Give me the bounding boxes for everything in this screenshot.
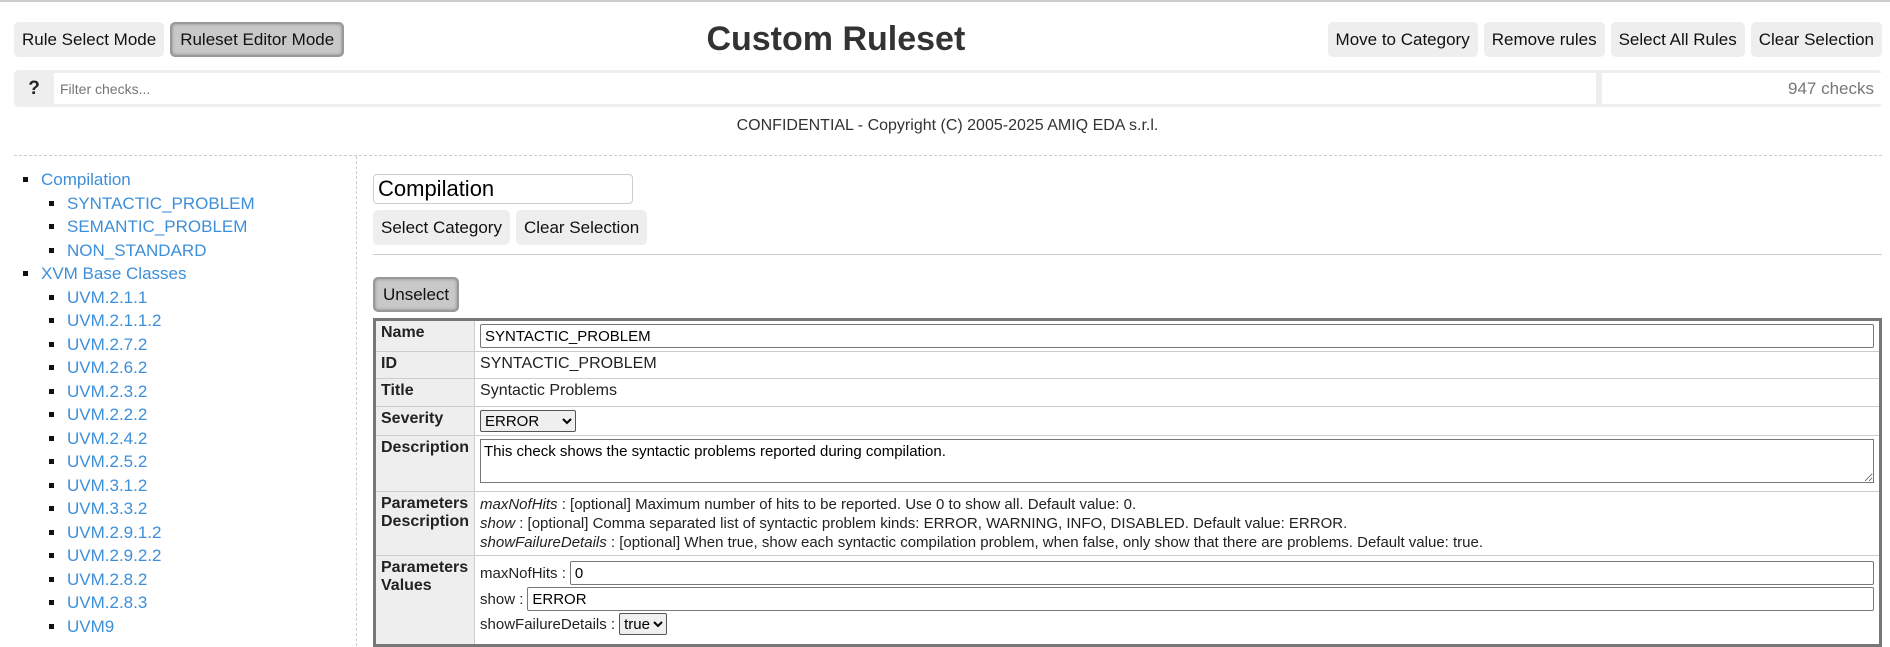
rule-name-input[interactable] — [480, 324, 1874, 348]
rule-item: UVM.2.8.3 — [66, 591, 356, 615]
rule-link[interactable]: UVM9 — [67, 617, 114, 636]
rule-item: NON_STANDARD — [66, 239, 356, 263]
rule-tree: Compilation SYNTACTIC_PROBLEM SEMANTIC_PRO… — [14, 156, 357, 646]
rule-item: UVM.2.6.2 — [66, 356, 356, 380]
rule-link[interactable]: UVM.3.1.2 — [67, 476, 147, 495]
filter-bar: ? 947 checks — [14, 70, 1882, 107]
params-description-label: Parameters Description — [373, 491, 476, 556]
filter-input[interactable] — [54, 73, 1596, 104]
ruleset-editor-mode-button[interactable]: Ruleset Editor Mode — [170, 22, 345, 57]
rule-link[interactable]: UVM.3.3.2 — [67, 499, 147, 518]
title-label: Title — [373, 378, 476, 407]
rule-item: UVM.2.1.1.2 — [66, 309, 356, 333]
max-nof-hits-label: maxNofHits : — [480, 564, 566, 582]
param-description: showFailureDetails : [optional] When tru… — [480, 533, 1874, 552]
help-icon[interactable]: ? — [14, 73, 54, 104]
max-nof-hits-input[interactable] — [569, 561, 1874, 585]
page-title: Custom Ruleset — [706, 20, 966, 58]
params-values-label: Parameters Values — [373, 555, 476, 646]
unselect-button[interactable]: Unselect — [373, 277, 460, 312]
rule-item: SEMANTIC_PROBLEM — [66, 215, 356, 239]
category-item: Compilation SYNTACTIC_PROBLEM SEMANTIC_PRO… — [40, 168, 356, 262]
param-text: : [optional] When true, show each syntac… — [606, 534, 1484, 551]
rule-item: UVM.3.1.2 — [66, 474, 356, 498]
show-label: show : — [480, 590, 524, 608]
rule-link[interactable]: UVM.2.8.3 — [67, 593, 147, 612]
rule-item: UVM.2.1.1 — [66, 286, 356, 310]
rule-link[interactable]: UVM.2.3.2 — [67, 382, 147, 401]
rule-link[interactable]: UVM.2.6.2 — [67, 358, 147, 377]
rule-item: UVM.2.4.2 — [66, 427, 356, 451]
rule-link[interactable]: UVM.2.5.2 — [67, 452, 147, 471]
param-description: show : [optional] Comma separated list o… — [480, 514, 1874, 533]
rule-link[interactable]: UVM.2.9.1.2 — [67, 523, 162, 542]
description-label: Description — [373, 435, 476, 492]
category-link[interactable]: Compilation — [41, 170, 131, 189]
rule-item: UVM.2.3.2 — [66, 380, 356, 404]
params-description: maxNofHits : [optional] Maximum number o… — [474, 491, 1881, 556]
rule-item: UVM.2.8.2 — [66, 568, 356, 592]
rule-link[interactable]: UVM.2.1.1 — [67, 288, 147, 307]
rule-item: UVM.2.9.1.2 — [66, 521, 356, 545]
rule-link[interactable]: UVM.2.4.2 — [67, 429, 147, 448]
rule-link[interactable]: SEMANTIC_PROBLEM — [67, 217, 247, 236]
show-failure-details-select[interactable]: true — [619, 613, 668, 635]
severity-select[interactable]: ERROR — [480, 410, 577, 432]
check-count: 947 checks — [1602, 73, 1882, 104]
name-label: Name — [373, 319, 476, 352]
rule-link[interactable]: NON_STANDARD — [67, 241, 206, 260]
rule-item: UVM.2.7.2 — [66, 333, 356, 357]
description-textarea[interactable]: This check shows the syntactic problems … — [480, 439, 1874, 483]
rule-link[interactable]: UVM.2.9.2.2 — [67, 546, 162, 565]
toolbar: Rule Select Mode Ruleset Editor Mode Cus… — [14, 20, 1882, 59]
category-name-input[interactable] — [373, 174, 633, 204]
rule-link[interactable]: UVM.2.2.2 — [67, 405, 147, 424]
clear-selection-button[interactable]: Clear Selection — [1750, 22, 1882, 57]
param-text: : [optional] Comma separated list of syn… — [515, 515, 1348, 532]
move-to-category-button[interactable]: Move to Category — [1327, 22, 1478, 57]
severity-label: Severity — [373, 406, 476, 436]
rule-link[interactable]: UVM.2.7.2 — [67, 335, 147, 354]
show-input[interactable] — [527, 587, 1874, 611]
select-all-rules-button[interactable]: Select All Rules — [1610, 22, 1745, 57]
rule-item: UVM.2.2.2 — [66, 403, 356, 427]
remove-rules-button[interactable]: Remove rules — [1483, 22, 1605, 57]
rule-select-mode-button[interactable]: Rule Select Mode — [14, 22, 165, 57]
param-name: show — [480, 515, 516, 532]
rule-item: UVM9 — [66, 615, 356, 639]
editor-panel: Select Category Clear Selection Unselect… — [373, 156, 1882, 647]
category-link[interactable]: XVM Base Classes — [41, 264, 187, 283]
param-name: showFailureDetails — [480, 534, 607, 551]
param-name: maxNofHits — [480, 496, 558, 513]
id-label: ID — [373, 351, 476, 379]
rule-item: SYNTACTIC_PROBLEM — [66, 192, 356, 216]
category-item: XVM Base Classes UVM.2.1.1 UVM.2.1.1.2 UVM.… — [40, 262, 356, 638]
show-failure-details-label: showFailureDetails : — [480, 615, 616, 633]
param-description: maxNofHits : [optional] Maximum number o… — [480, 495, 1874, 514]
rule-item: UVM.2.5.2 — [66, 450, 356, 474]
rule-item: UVM.3.3.2 — [66, 497, 356, 521]
rule-link[interactable]: UVM.2.1.1.2 — [67, 311, 162, 330]
divider — [373, 254, 1882, 255]
param-text: : [optional] Maximum number of hits to b… — [557, 496, 1137, 513]
rule-item: UVM.2.9.2.2 — [66, 544, 356, 568]
clear-category-selection-button[interactable]: Clear Selection — [515, 210, 648, 245]
rule-link[interactable]: UVM.2.8.2 — [67, 570, 147, 589]
rule-id: SYNTACTIC_PROBLEM — [474, 351, 1881, 379]
rule-title: Syntactic Problems — [474, 378, 1881, 407]
rule-link[interactable]: SYNTACTIC_PROBLEM — [67, 194, 255, 213]
rule-details-table: Name ID SYNTACTIC_PROBLEM Title Syntacti… — [373, 318, 1882, 647]
copyright: CONFIDENTIAL - Copyright (C) 2005-2025 A… — [736, 117, 1159, 134]
select-category-button[interactable]: Select Category — [373, 210, 510, 245]
